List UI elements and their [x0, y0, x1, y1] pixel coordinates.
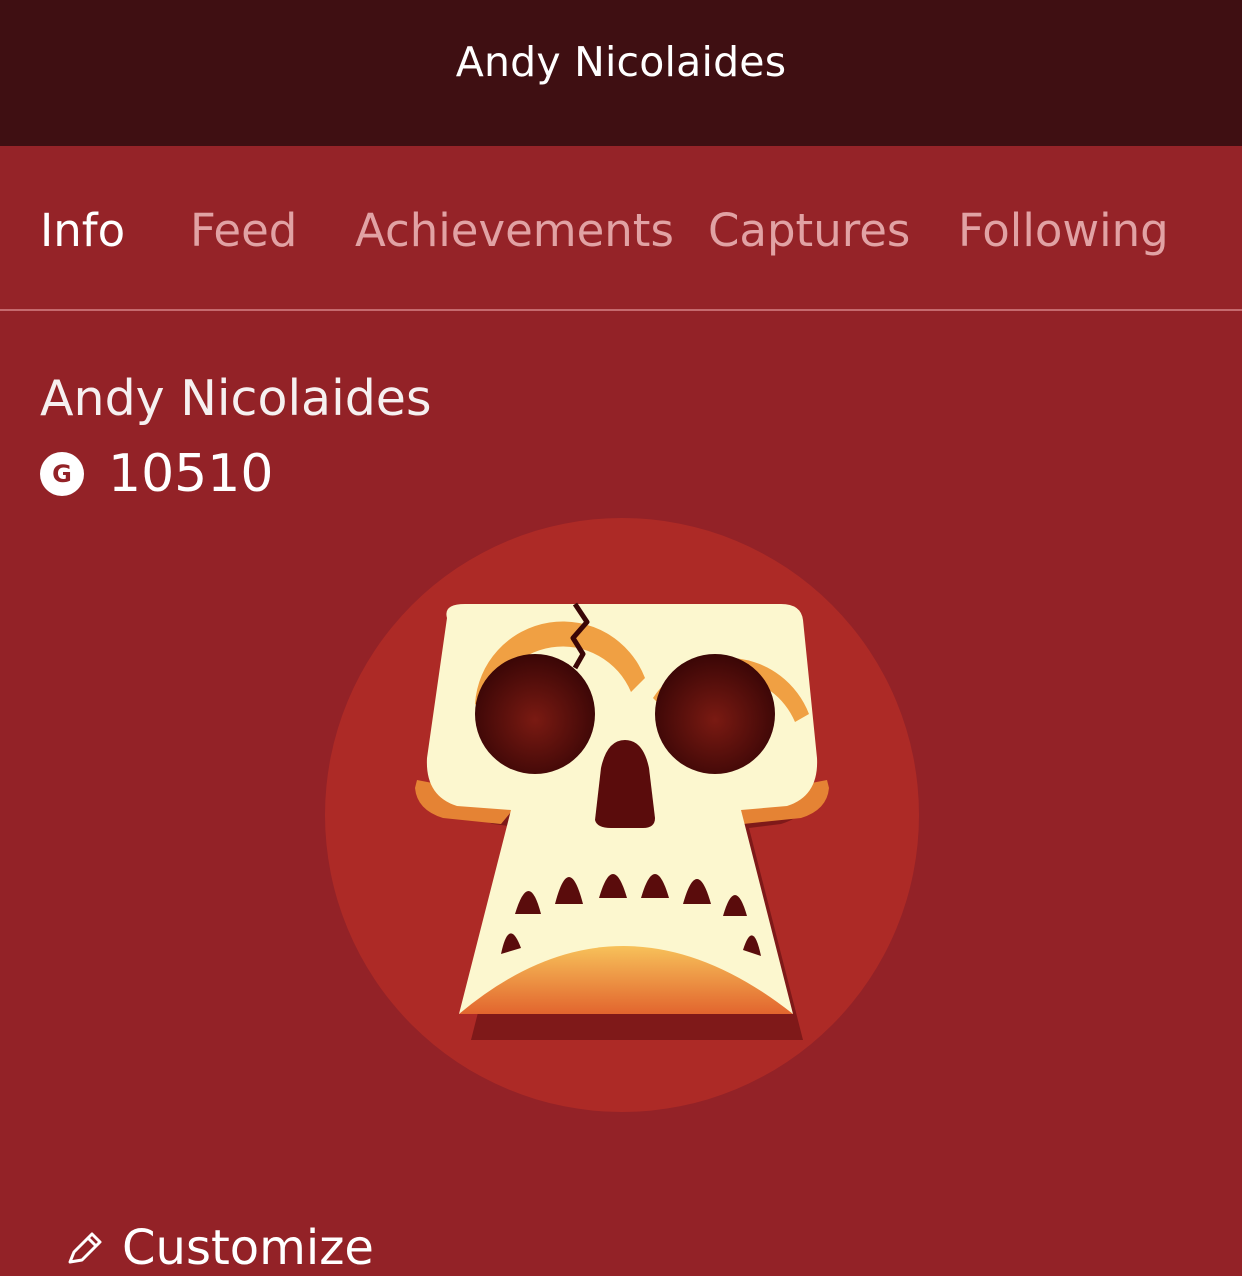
app-header: Andy Nicolaides: [0, 0, 1242, 146]
tab-bar: Info Feed Achievements Captures Followin…: [0, 146, 1242, 311]
pencil-icon: [68, 1232, 102, 1264]
tab-info[interactable]: Info: [40, 204, 125, 257]
profile-name: Andy Nicolaides: [40, 370, 432, 427]
gamerscore-icon: G: [40, 452, 84, 496]
tab-following[interactable]: Following: [958, 204, 1169, 257]
customize-label: Customize: [122, 1220, 374, 1276]
header-title: Andy Nicolaides: [455, 38, 787, 86]
skull-icon: [325, 518, 919, 1112]
gamerscore-row: G 10510: [40, 444, 273, 504]
customize-button[interactable]: Customize: [62, 1220, 374, 1276]
tab-feed[interactable]: Feed: [190, 204, 297, 257]
tab-captures[interactable]: Captures: [708, 204, 910, 257]
avatar[interactable]: [325, 518, 919, 1112]
gamerscore-value: 10510: [108, 444, 274, 504]
tab-achievements[interactable]: Achievements: [355, 204, 674, 257]
